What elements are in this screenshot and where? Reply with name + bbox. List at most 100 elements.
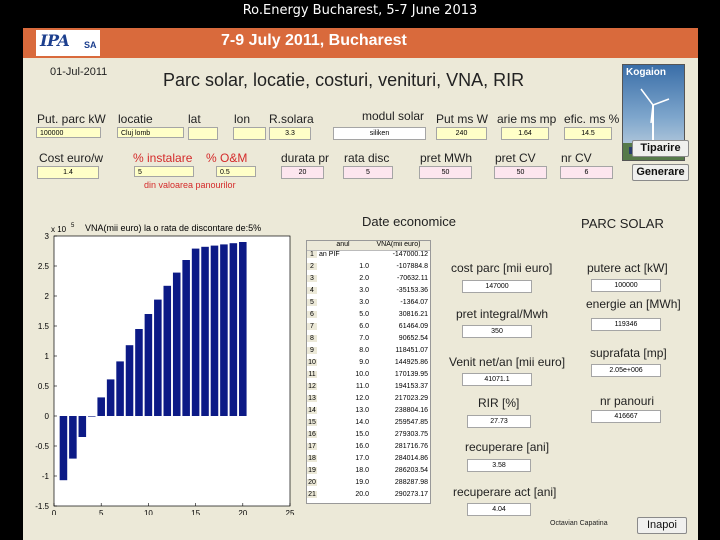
cell-anul: 19.0 (355, 479, 369, 486)
y-tick-label: 1.5 (38, 322, 50, 331)
y-tick-label: -0.5 (35, 442, 49, 451)
cell-vna: 281716.76 (394, 443, 428, 450)
table-row[interactable]: 14 13.0 238804.16 (307, 407, 430, 416)
label-lat: lat (188, 112, 201, 126)
put-parc-field[interactable]: 100000 (36, 127, 101, 138)
cost-parc-value: 147000 (462, 280, 532, 293)
table-row[interactable]: 8 7.0 90652.54 (307, 335, 430, 344)
cost-euro-field[interactable]: 1.4 (37, 166, 99, 179)
put-ms-field[interactable]: 240 (436, 127, 487, 140)
modul-solar-select[interactable]: siliken (333, 127, 426, 140)
label-putere-act: putere act [kW] (587, 261, 668, 275)
cell-anul: 10.0 (355, 371, 369, 378)
label-arie-ms: arie ms mp (497, 112, 557, 126)
back-button[interactable]: Inapoi (637, 517, 687, 534)
instalare-field[interactable]: 5 (134, 166, 194, 177)
table-row[interactable]: 15 14.0 259547.85 (307, 419, 430, 428)
cell-vna: 290273.17 (394, 491, 428, 498)
r-solara-field[interactable]: 3.3 (269, 127, 311, 140)
y-tick-label: -1 (42, 472, 50, 481)
logo-suffix: SA (84, 40, 97, 50)
plot-area (53, 235, 291, 507)
cell-vna: -70632.11 (396, 275, 428, 282)
energie-an-value: 119346 (591, 318, 661, 331)
cell-anul: 9.0 (359, 359, 369, 366)
cell-vna: 194153.37 (394, 383, 428, 390)
row-number: 4 (307, 287, 317, 294)
pret-integral-value: 350 (462, 325, 532, 338)
row-number: 15 (307, 419, 317, 426)
table-row[interactable]: 10 9.0 144925.86 (307, 359, 430, 368)
row-number: 13 (307, 395, 317, 402)
cell-vna: -1364.07 (400, 299, 428, 306)
y-tick-label: 0 (45, 412, 50, 421)
y-tick-label: -1.5 (35, 502, 49, 511)
table-row[interactable]: 18 17.0 284014.86 (307, 455, 430, 464)
chart-exponent: x 10 (51, 225, 67, 234)
om-field[interactable]: 0.5 (216, 166, 256, 177)
table-row[interactable]: 6 5.0 30816.21 (307, 311, 430, 320)
table-row[interactable]: 9 8.0 118451.07 (307, 347, 430, 356)
table-row[interactable]: 16 15.0 279303.75 (307, 431, 430, 440)
table-row[interactable]: 17 16.0 281716.76 (307, 443, 430, 452)
table-row[interactable]: 20 19.0 288287.98 (307, 479, 430, 488)
cell-vna: 288287.98 (394, 479, 428, 486)
chart-bar (78, 416, 87, 437)
cell-vna: -147000.12 (392, 251, 428, 258)
efic-ms-field[interactable]: 14.5 (564, 127, 612, 140)
lon-field[interactable] (233, 127, 266, 140)
rir-value: 27.73 (467, 415, 531, 428)
x-tick-label: 20 (238, 509, 247, 515)
generate-button[interactable]: Generare (632, 164, 689, 181)
arie-ms-field[interactable]: 1.64 (501, 127, 549, 140)
table-row[interactable]: 2 1.0 -107884.8 (307, 263, 430, 272)
table-row[interactable]: 7 6.0 61464.09 (307, 323, 430, 332)
chart-bar (220, 244, 228, 416)
print-button[interactable]: Tiparire (632, 140, 689, 157)
row-number: 20 (307, 479, 317, 486)
rata-disc-field[interactable]: 5 (343, 166, 393, 179)
table-row[interactable]: 5 3.0 -1364.07 (307, 299, 430, 308)
chart-bar (210, 245, 219, 416)
cell-anul: 12.0 (355, 395, 369, 402)
section-parc: PARC SOLAR (581, 216, 664, 231)
table-row[interactable]: 12 11.0 194153.37 (307, 383, 430, 392)
table-row[interactable]: 11 10.0 170139.95 (307, 371, 430, 380)
cell-anul: 6.0 (359, 323, 369, 330)
table-row[interactable]: 1 an PIF -147000.12 (307, 251, 430, 260)
table-row[interactable]: 21 20.0 290273.17 (307, 491, 430, 500)
cell-vna: 238804.16 (394, 407, 428, 414)
durata-field[interactable]: 20 (281, 166, 324, 179)
cell-anul: 13.0 (355, 407, 369, 414)
x-tick-label: 0 (52, 509, 57, 515)
row-number: 16 (307, 431, 317, 438)
table-row[interactable]: 13 12.0 217023.29 (307, 395, 430, 404)
chart-bar (59, 416, 68, 481)
logo-text: IPA (40, 31, 70, 50)
col-header-anul: anul (336, 241, 350, 248)
row-number: 6 (307, 311, 317, 318)
table-row[interactable]: 4 3.0 -35153.36 (307, 287, 430, 296)
label-rir: RIR [%] (478, 396, 520, 410)
lat-field[interactable] (188, 127, 218, 140)
section-econ: Date economice (362, 214, 456, 229)
chart-bar (106, 379, 115, 416)
y-tick-label: 3 (45, 232, 50, 241)
nr-cv-field[interactable]: 6 (560, 166, 613, 179)
table-row[interactable]: 3 2.0 -70632.11 (307, 275, 430, 284)
locatie-field[interactable]: Cluj lomb (117, 127, 184, 138)
vna-table: anul VNA(mii euro) 1 an PIF -147000.12 2 1.0… (306, 240, 431, 504)
label-put-ms: Put ms W (436, 112, 489, 126)
main-title: Parc solar, locatie, costuri, venituri, … (163, 70, 525, 90)
table-row[interactable]: 19 18.0 286203.54 (307, 467, 430, 476)
x-tick-label: 5 (99, 509, 104, 515)
label-venit-net: Venit net/an [mii euro] (449, 355, 566, 369)
pret-mwh-field[interactable]: 50 (419, 166, 472, 179)
pret-cv-field[interactable]: 50 (494, 166, 547, 179)
label-rata-disc: rata disc (344, 151, 390, 165)
chart-bar (97, 397, 105, 416)
chart-bar (239, 242, 247, 416)
recuperare-value: 3.58 (467, 459, 531, 472)
cell-anul: 18.0 (355, 467, 369, 474)
y-tick-label: 2.5 (38, 262, 50, 271)
